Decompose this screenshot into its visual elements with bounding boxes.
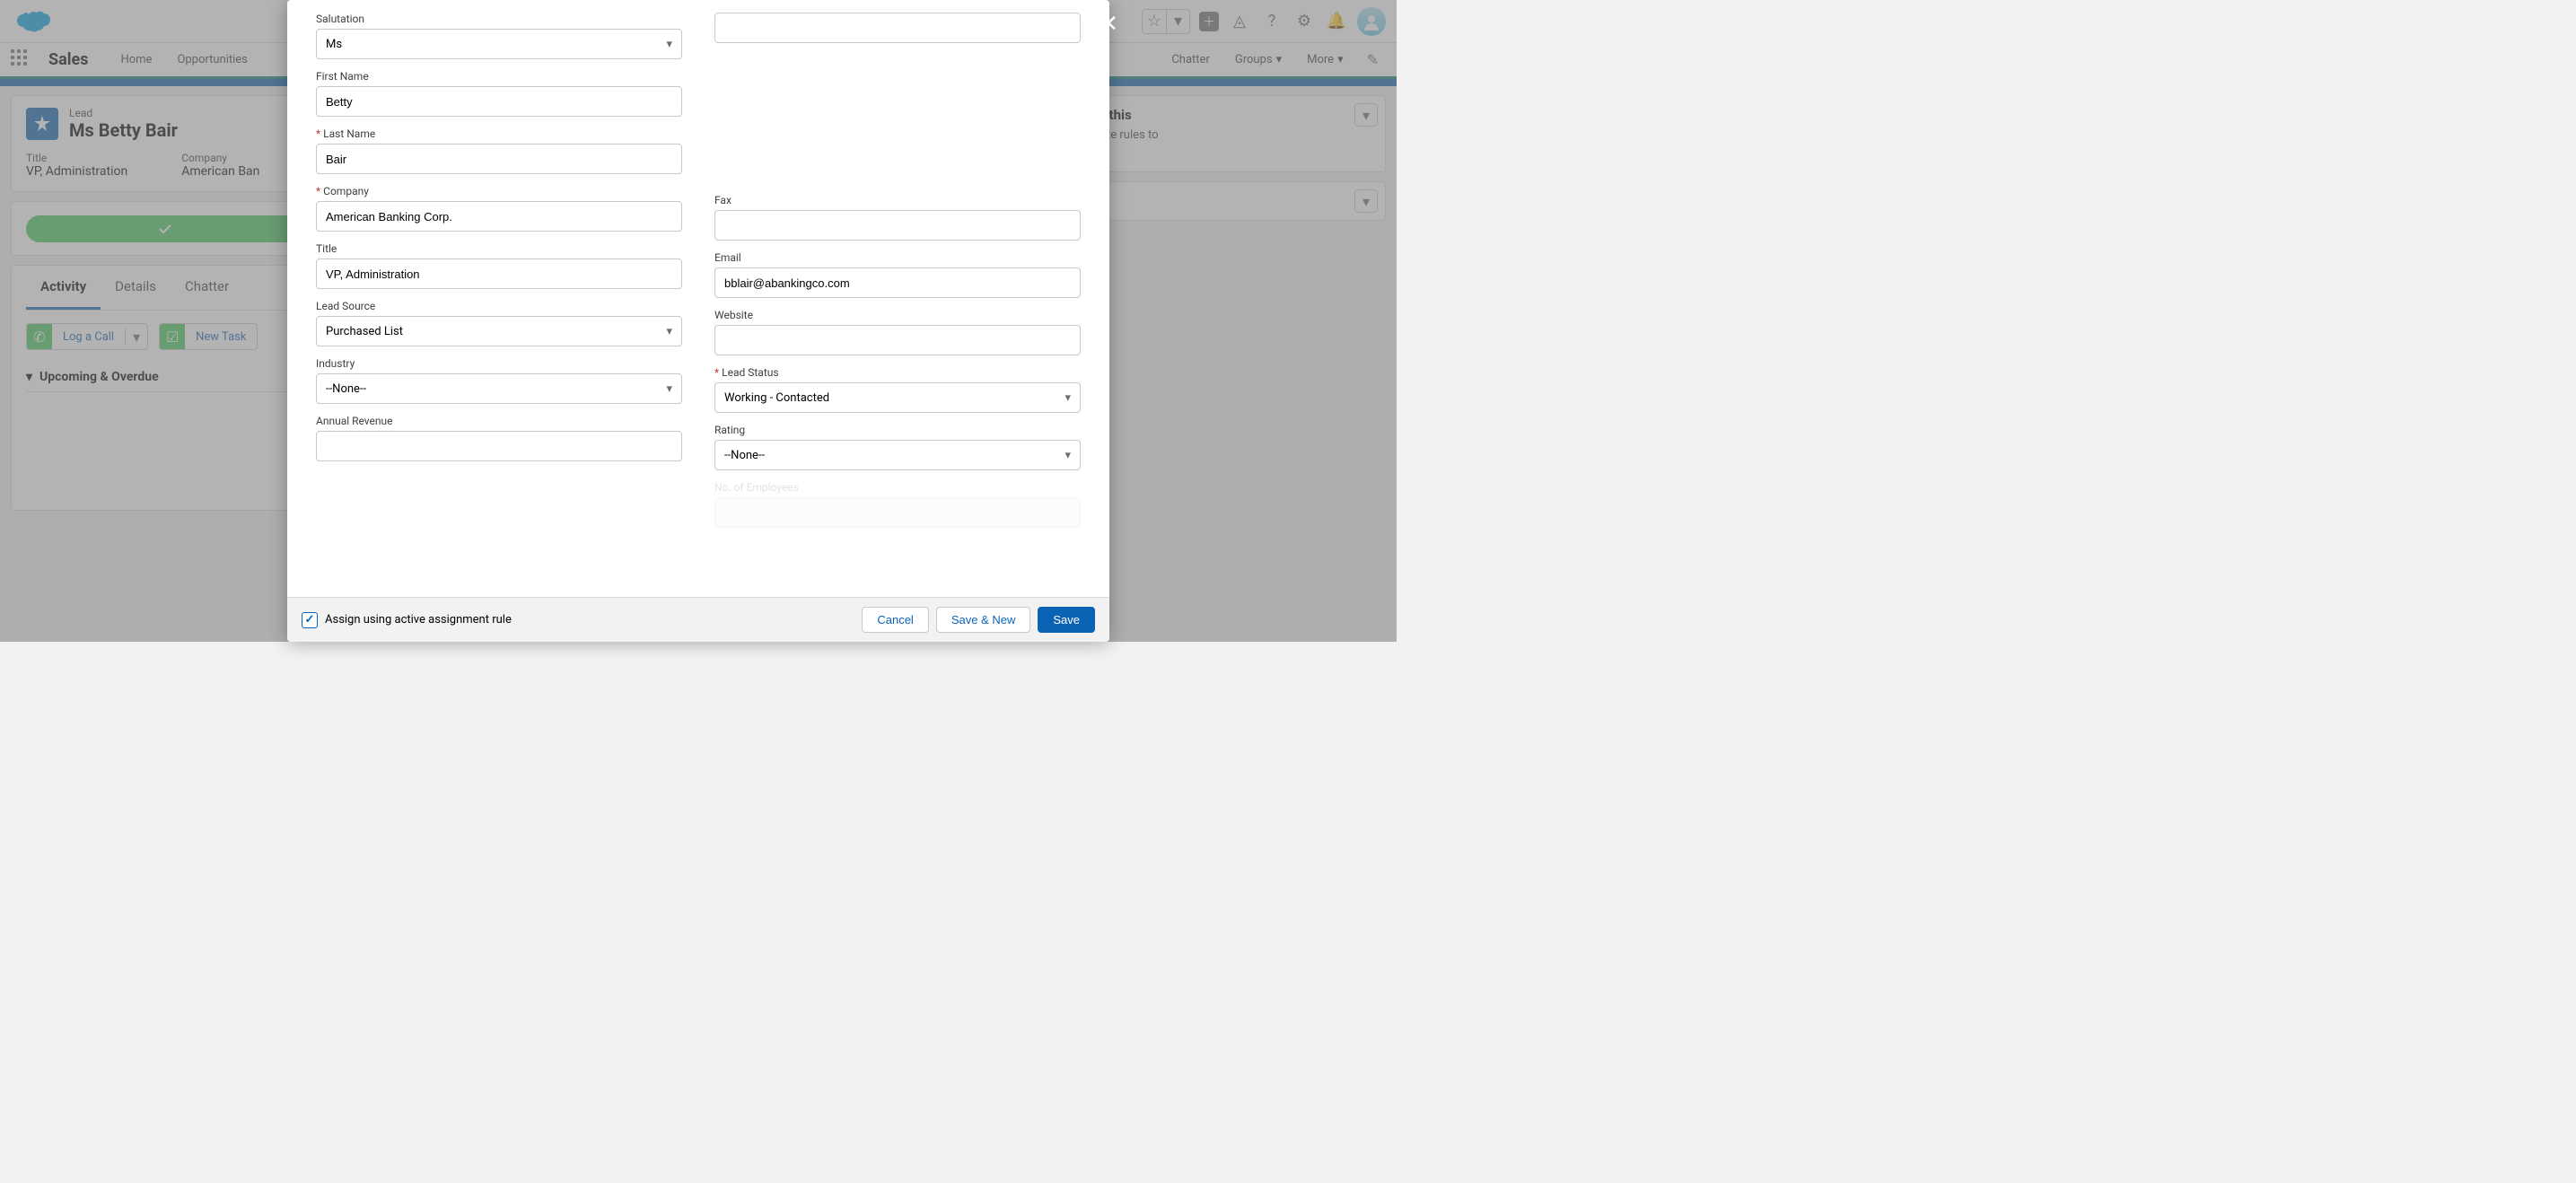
industry-label: Industry <box>316 357 682 370</box>
chevron-down-icon: ▾ <box>666 38 672 51</box>
employees-input-disabled <box>714 497 1081 528</box>
modal-left-column: Salutation Ms▾ First Name Last Name Comp… <box>316 13 682 597</box>
modal-right-column: Fax Email Website Lead Status Working - … <box>714 13 1081 597</box>
title-input[interactable] <box>316 259 682 289</box>
cancel-button[interactable]: Cancel <box>862 607 928 633</box>
fax-input[interactable] <box>714 210 1081 241</box>
chevron-down-icon: ▾ <box>666 382 672 396</box>
title-field-label: Title <box>316 242 682 255</box>
first-name-input[interactable] <box>316 86 682 117</box>
lead-source-label: Lead Source <box>316 300 682 312</box>
last-name-label: Last Name <box>316 127 682 140</box>
lead-status-label: Lead Status <box>714 366 1081 379</box>
salutation-select[interactable]: Ms▾ <box>316 29 682 59</box>
website-input[interactable] <box>714 325 1081 355</box>
company-input[interactable] <box>316 201 682 232</box>
company-label: Company <box>316 185 682 197</box>
assign-rule-checkbox[interactable] <box>302 612 318 628</box>
chevron-down-icon: ▾ <box>1065 391 1071 405</box>
annual-revenue-input[interactable] <box>316 431 682 461</box>
employees-label: No. of Employees <box>714 481 1081 494</box>
annual-revenue-label: Annual Revenue <box>316 415 682 427</box>
lead-source-select[interactable]: Purchased List▾ <box>316 316 682 346</box>
email-input[interactable] <box>714 267 1081 298</box>
rating-select[interactable]: --None--▾ <box>714 440 1081 470</box>
assign-rule-label: Assign using active assignment rule <box>325 613 512 627</box>
email-label: Email <box>714 251 1081 264</box>
website-label: Website <box>714 309 1081 321</box>
last-name-input[interactable] <box>316 144 682 174</box>
fax-label: Fax <box>714 194 1081 206</box>
save-button[interactable]: Save <box>1038 607 1095 633</box>
modal-overlay: ✕ Salutation Ms▾ First Name Last Name Co… <box>0 0 1397 642</box>
close-modal-button[interactable]: ✕ <box>1099 11 1118 38</box>
rating-label: Rating <box>714 424 1081 436</box>
chevron-down-icon: ▾ <box>1065 449 1071 462</box>
salutation-label: Salutation <box>316 13 682 25</box>
first-name-label: First Name <box>316 70 682 83</box>
modal-footer: Assign using active assignment rule Canc… <box>287 597 1109 642</box>
lead-status-select[interactable]: Working - Contacted▾ <box>714 382 1081 413</box>
chevron-down-icon: ▾ <box>666 325 672 338</box>
save-new-button[interactable]: Save & New <box>936 607 1031 633</box>
edit-lead-modal: Salutation Ms▾ First Name Last Name Comp… <box>287 0 1109 642</box>
blank-top-input[interactable] <box>714 13 1081 43</box>
industry-select[interactable]: --None--▾ <box>316 373 682 404</box>
